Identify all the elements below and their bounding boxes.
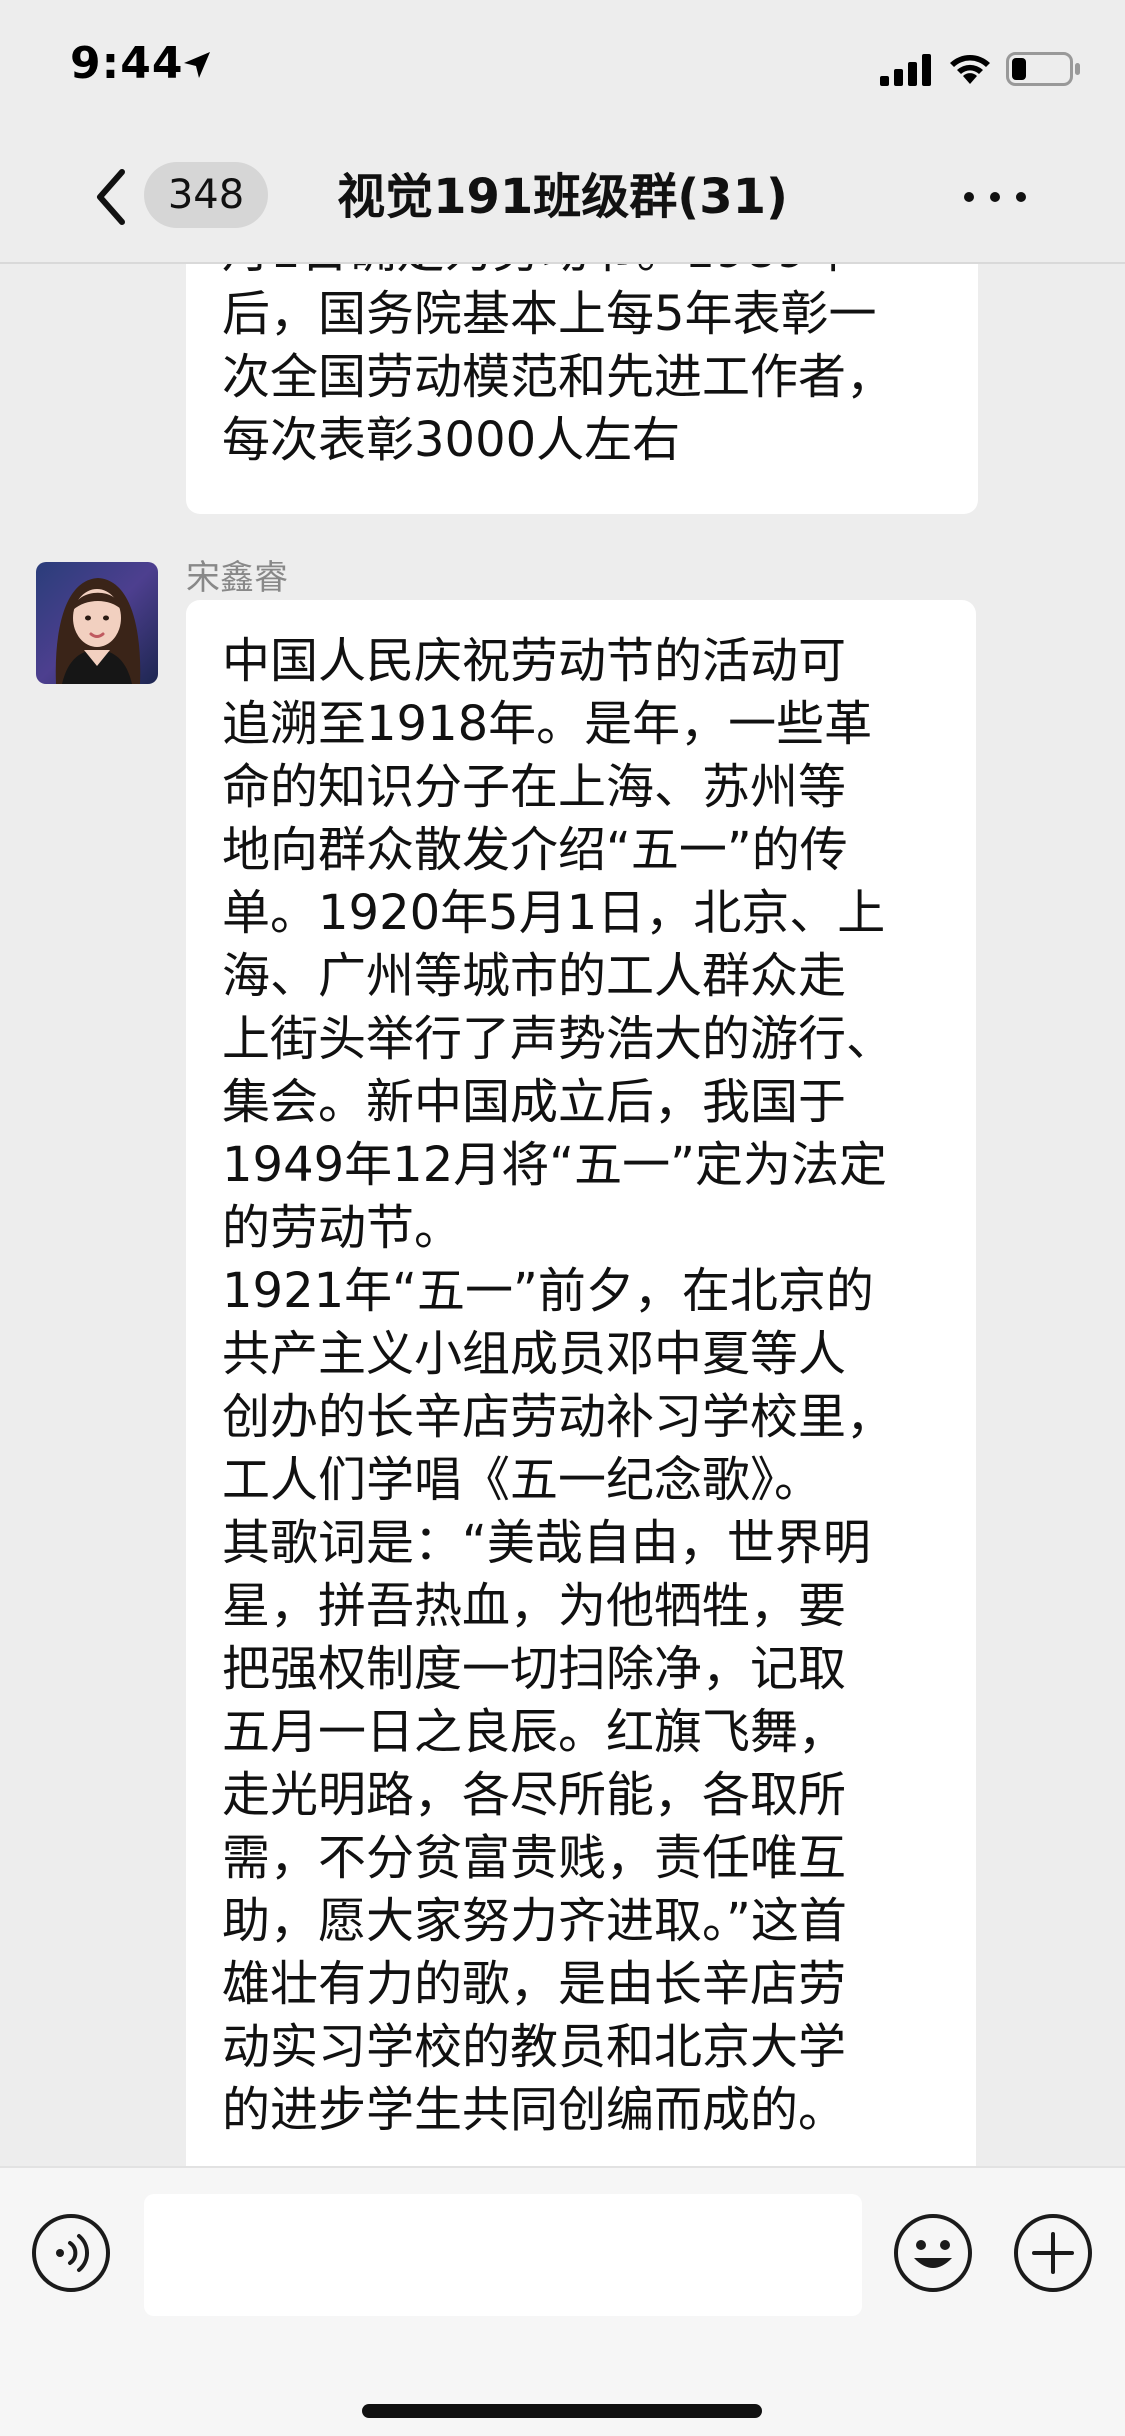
chat-header: 348 视觉191班级群(31) (0, 132, 1125, 264)
message-bubble[interactable]: 月1日确定为劳动节。1989年 后，国务院基本上每5年表彰一 次全国劳动模范和先… (186, 264, 978, 514)
emoji-icon[interactable] (892, 2212, 974, 2294)
voice-input-icon[interactable] (30, 2212, 112, 2294)
status-time: 9:44 (70, 38, 184, 89)
wifi-icon (950, 55, 990, 84)
home-indicator (362, 2404, 762, 2418)
battery-icon (1006, 52, 1080, 86)
more-dots-icon[interactable] (960, 172, 1030, 222)
input-bar (0, 2166, 1125, 2436)
message-input[interactable] (144, 2194, 862, 2316)
plus-circle-icon[interactable] (1012, 2212, 1094, 2294)
sender-name: 宋鑫睿 (186, 558, 288, 598)
chat-title: 视觉191班级群(31) (337, 169, 788, 225)
message-list[interactable]: 月1日确定为劳动节。1989年 后，国务院基本上每5年表彰一 次全国劳动模范和先… (0, 264, 1125, 2166)
sender-avatar[interactable] (36, 562, 158, 684)
cellular-signal-icon (880, 54, 931, 86)
status-bar: 9:44 (0, 0, 1125, 132)
chevron-left-icon[interactable] (88, 162, 138, 232)
location-arrow-icon (184, 52, 210, 78)
message-bubble[interactable]: 中国人民庆祝劳动节的活动可 追溯至1918年。是年，一些革 命的知识分子在上海、… (186, 600, 976, 2166)
user-avatar-photo (36, 562, 158, 684)
